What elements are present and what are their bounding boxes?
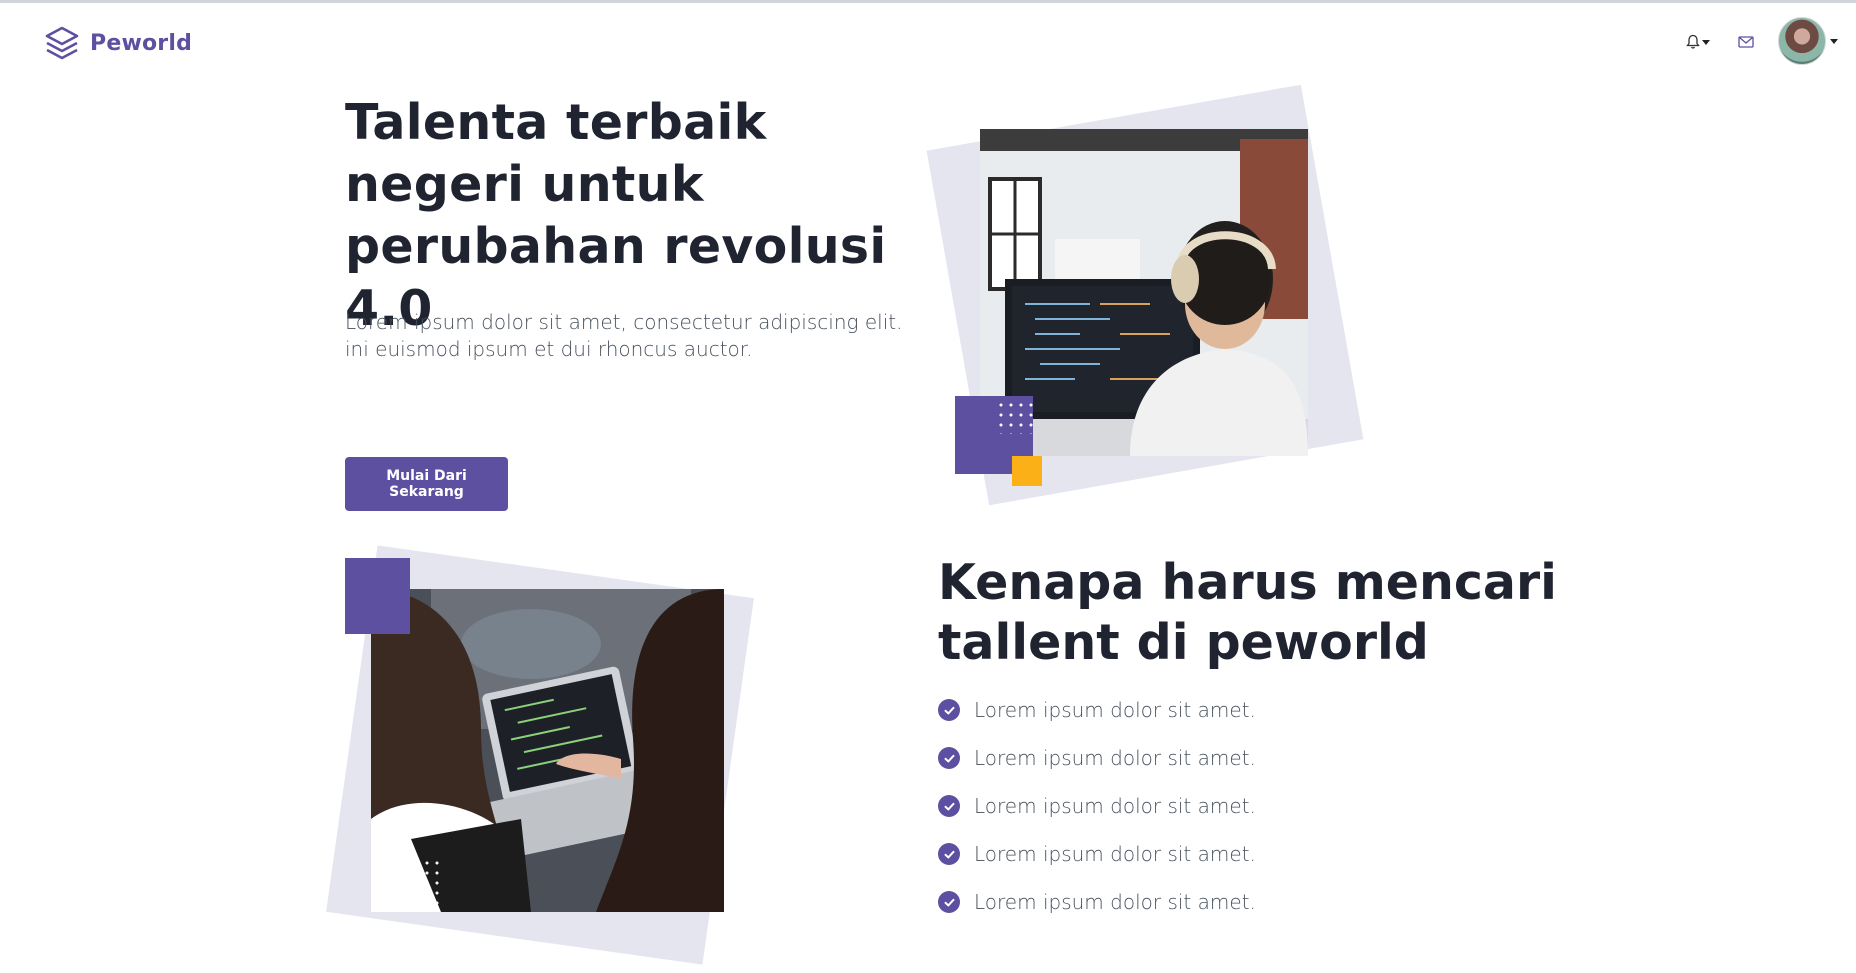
hero-description: Lorem ipsum dolor sit amet, consectetur … [345, 310, 903, 361]
check-circle-icon [938, 747, 960, 769]
check-circle-icon [938, 699, 960, 721]
list-item-text: Lorem ipsum dolor sit amet. [974, 890, 1256, 914]
list-item: Lorem ipsum dolor sit amet. [938, 734, 1256, 782]
why-benefits-list: Lorem ipsum dolor sit amet. Lorem ipsum … [938, 686, 1256, 926]
list-item-text: Lorem ipsum dolor sit amet. [974, 842, 1256, 866]
check-circle-icon [938, 843, 960, 865]
list-item: Lorem ipsum dolor sit amet. [938, 878, 1256, 926]
check-circle-icon [938, 795, 960, 817]
bell-icon [1686, 34, 1700, 49]
layers-icon [45, 26, 79, 60]
notification-button[interactable] [1686, 34, 1710, 50]
list-item-text: Lorem ipsum dolor sit amet. [974, 794, 1256, 818]
list-item: Lorem ipsum dolor sit amet. [938, 830, 1256, 878]
decor-square-yellow [1012, 456, 1042, 486]
message-button[interactable] [1738, 36, 1754, 48]
why-section-title: Kenapa harus mencari tallent di peworld [938, 554, 1557, 671]
brand-name: Peworld [90, 30, 193, 56]
navbar: Peworld [0, 3, 1856, 79]
chevron-down-icon [1830, 38, 1838, 44]
list-item: Lorem ipsum dolor sit amet. [938, 782, 1256, 830]
start-now-button[interactable]: Mulai Dari Sekarang [345, 457, 508, 511]
decor-dot-pattern [372, 858, 444, 912]
list-item: Lorem ipsum dolor sit amet. [938, 686, 1256, 734]
mail-icon [1738, 36, 1754, 48]
user-avatar [1778, 17, 1826, 65]
check-circle-icon [938, 891, 960, 913]
chevron-down-icon [1702, 39, 1710, 45]
list-item-text: Lorem ipsum dolor sit amet. [974, 746, 1256, 770]
profile-menu-button[interactable] [1778, 17, 1838, 65]
nav-actions [1686, 17, 1838, 65]
decor-square-purple [345, 558, 410, 634]
brand-logo[interactable]: Peworld [44, 25, 192, 61]
hero-title: Talenta terbaik negeri untuk perubahan r… [345, 94, 887, 337]
list-item-text: Lorem ipsum dolor sit amet. [974, 698, 1256, 722]
decor-dot-pattern [996, 400, 1036, 434]
